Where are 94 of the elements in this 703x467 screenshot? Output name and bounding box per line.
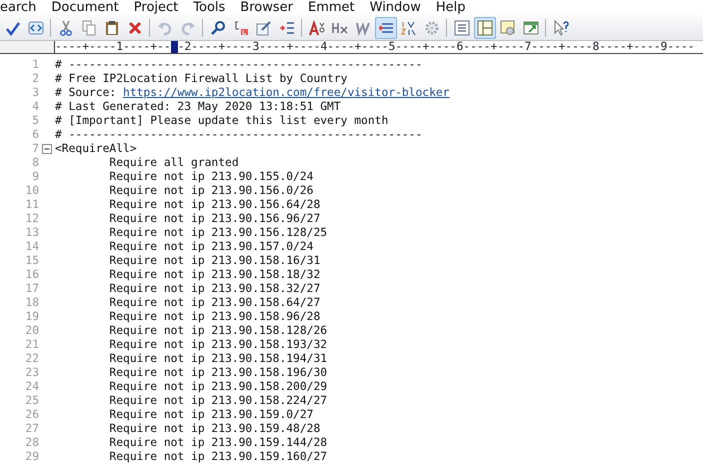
code-line: Require not ip 213.90.156.128/25 xyxy=(108,226,328,239)
help-pointer-icon xyxy=(552,20,568,36)
copy-icon xyxy=(80,20,96,36)
menu-item[interactable]: Document xyxy=(51,0,119,15)
code-line: Require all granted xyxy=(108,156,239,169)
cursor-position-marker xyxy=(170,41,178,53)
scissors-icon xyxy=(58,20,74,36)
code-line: # [Important] Please update this list every month xyxy=(55,114,388,127)
clipboard-icon xyxy=(104,20,120,36)
code-line: <RequireAll> xyxy=(55,142,137,155)
code-tag-icon xyxy=(28,20,44,36)
line-number: 10 xyxy=(24,184,40,198)
delete-icon xyxy=(126,20,142,36)
layout-icon xyxy=(476,20,492,36)
edit-icon xyxy=(256,20,272,36)
code-line: # Source: xyxy=(55,86,118,99)
line-number: 18 xyxy=(24,296,40,310)
source-link[interactable]: https://www.ip2location.com/free/visitor-blocker xyxy=(123,86,450,99)
collapse-icon[interactable] xyxy=(42,144,52,154)
line-number: 1 xyxy=(31,58,40,72)
line-number: 13 xyxy=(24,226,40,240)
code-line: Require not ip 213.90.158.32/27 xyxy=(108,282,320,295)
search-icon xyxy=(210,20,226,36)
document-icon xyxy=(500,20,516,36)
settings-icon xyxy=(424,20,440,36)
line-number: 15 xyxy=(24,254,40,268)
menu-item[interactable]: Emmet xyxy=(308,0,355,15)
line-number: 6 xyxy=(31,128,40,142)
code-line: # ---------------------------------------------------- xyxy=(55,58,422,71)
code-line: # Last Generated: 23 May 2020 13:18:51 GMT xyxy=(55,100,341,113)
sort-icon xyxy=(400,20,416,36)
line-number: 24 xyxy=(24,380,40,394)
code-line: Require not ip 213.90.156.64/28 xyxy=(108,198,320,211)
ruler-scale: ----+----1----+-- xyxy=(55,41,171,53)
code-line: Require not ip 213.90.155.0/24 xyxy=(108,170,314,183)
code-line: Require not ip 213.90.159.144/28 xyxy=(108,436,328,449)
line-number: 5 xyxy=(31,114,40,128)
menu-item[interactable]: Help xyxy=(436,0,466,15)
code-line: # ---------------------------------------------------- xyxy=(55,128,422,141)
code-line: Require not ip 213.90.158.18/32 xyxy=(108,268,320,281)
list-icon xyxy=(454,20,470,36)
code-line: Require not ip 213.90.159.48/28 xyxy=(108,422,320,435)
code-line: Require not ip 213.90.158.96/28 xyxy=(108,310,320,323)
redo-icon xyxy=(180,20,196,36)
window-icon xyxy=(522,20,538,36)
spellcheck-icon xyxy=(4,20,20,36)
code-line: Require not ip 213.90.159.0/27 xyxy=(108,408,314,421)
line-number: 16 xyxy=(24,268,40,282)
code-line: Require not ip 213.90.156.0/26 xyxy=(108,184,314,197)
line-number: 4 xyxy=(31,100,40,114)
code-line: Require not ip 213.90.158.200/29 xyxy=(108,380,328,393)
line-number: 12 xyxy=(24,212,40,226)
replace-icon xyxy=(232,20,248,36)
line-number: 23 xyxy=(24,366,40,380)
line-number: 26 xyxy=(24,408,40,422)
line-number: 3 xyxy=(31,86,40,100)
menu-item[interactable]: Tools xyxy=(193,0,226,15)
menu-item[interactable]: earch xyxy=(0,0,36,15)
code-line: Require not ip 213.90.158.128/26 xyxy=(108,324,328,337)
code-line: Require not ip 213.90.158.16/31 xyxy=(108,254,320,267)
line-number: 2 xyxy=(31,72,40,86)
code-line: Require not ip 213.90.157.0/24 xyxy=(108,240,314,253)
code-line: Require not ip 213.90.159.160/27 xyxy=(108,450,328,463)
menu-item[interactable]: Project xyxy=(134,0,178,15)
line-number: 29 xyxy=(24,450,40,464)
menu-item[interactable]: Window xyxy=(370,0,421,15)
toolbar-button[interactable] xyxy=(374,16,396,38)
font-icon xyxy=(308,20,324,36)
line-number: 14 xyxy=(24,240,40,254)
code-line: Require not ip 213.90.158.224/27 xyxy=(108,394,328,407)
line-number: 20 xyxy=(24,324,40,338)
line-number: 9 xyxy=(31,170,40,184)
code-line: Require not ip 213.90.156.96/27 xyxy=(108,212,320,225)
line-number: 21 xyxy=(24,338,40,352)
code-line: Require not ip 213.90.158.64/27 xyxy=(108,296,320,309)
line-number: 8 xyxy=(31,156,40,170)
code-line: # Free IP2Location Firewall List by Country xyxy=(55,72,348,85)
line-number: 22 xyxy=(24,352,40,366)
toolbar-button[interactable] xyxy=(474,16,496,38)
italic-w-icon xyxy=(354,20,370,36)
line-number: 28 xyxy=(24,436,40,450)
line-number: 27 xyxy=(24,422,40,436)
line-number: 25 xyxy=(24,394,40,408)
line-number: 7 xyxy=(31,142,40,156)
indent-icon xyxy=(278,20,294,36)
ruler-scale: -2----+----3----+----4----+----5----+----6----+----7----+----8----+----9---- xyxy=(178,41,695,53)
line-number: 11 xyxy=(24,198,40,212)
line-number: 19 xyxy=(24,310,40,324)
line-number: 17 xyxy=(24,282,40,296)
code-line: Require not ip 213.90.158.196/30 xyxy=(108,366,328,379)
undo-icon xyxy=(156,20,172,36)
menu-item[interactable]: Browser xyxy=(240,0,293,15)
code-line: Require not ip 213.90.158.193/32 xyxy=(108,338,328,351)
code-line: Require not ip 213.90.158.194/31 xyxy=(108,352,328,365)
